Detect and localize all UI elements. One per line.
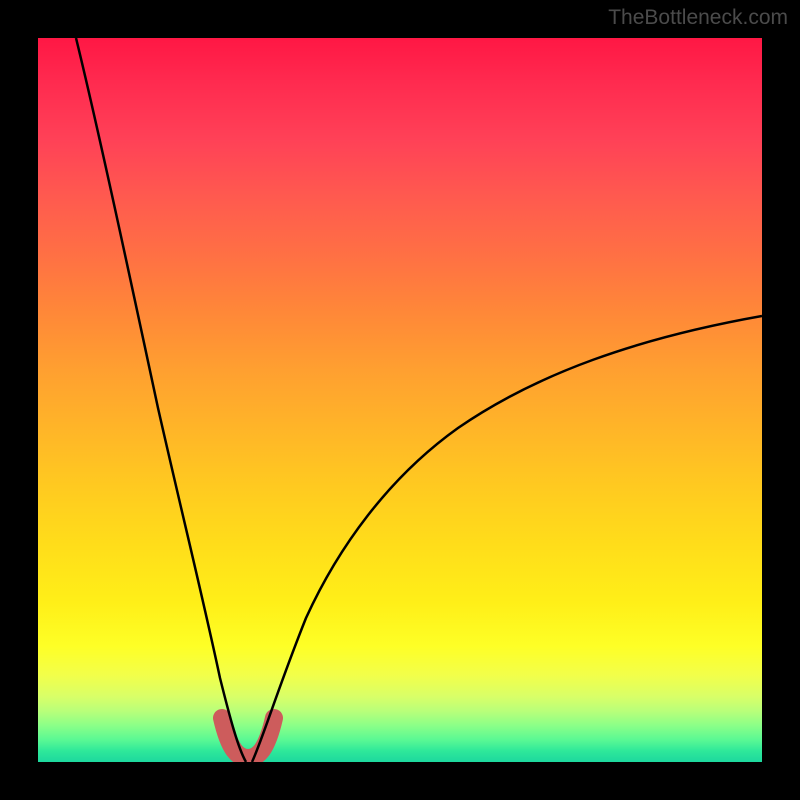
curve-right-branch xyxy=(252,316,762,762)
curve-layer xyxy=(38,38,762,762)
watermark-text: TheBottleneck.com xyxy=(608,6,788,30)
curve-left-branch xyxy=(76,38,246,762)
chart-container: TheBottleneck.com xyxy=(0,0,800,800)
plot-area xyxy=(38,38,762,762)
